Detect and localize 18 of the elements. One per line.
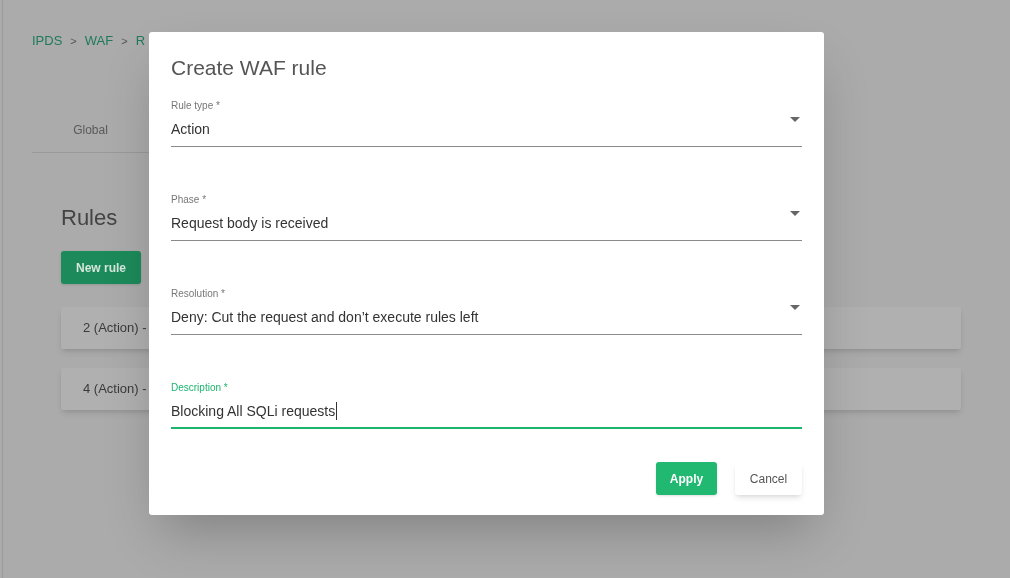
dropdown-caret-icon <box>790 211 800 216</box>
dropdown-caret-icon <box>790 117 800 122</box>
dropdown-caret-icon <box>790 305 800 310</box>
tab[interactable]: Global <box>32 108 149 152</box>
select-field[interactable]: Phase * Request body is received <box>171 194 802 241</box>
breadcrumb-link[interactable]: R <box>135 31 145 51</box>
breadcrumb-link[interactable]: WAF <box>84 31 114 51</box>
new-rule-button[interactable]: New rule <box>61 251 141 284</box>
apply-button[interactable]: Apply <box>656 462 717 495</box>
section-heading: Rules <box>61 204 118 232</box>
select-field[interactable]: Resolution * Deny: Cut the request and don’t execute rules left <box>171 288 802 335</box>
input-field[interactable]: Description * Blocking All SQLi requests <box>171 382 802 429</box>
breadcrumb-link[interactable]: IPDS <box>32 31 63 51</box>
breadcrumb-separator: > <box>70 33 77 49</box>
breadcrumb-separator: > <box>121 33 128 49</box>
cancel-button[interactable]: Cancel <box>735 462 802 495</box>
dialog-title: Create WAF rule <box>171 55 327 81</box>
select-field[interactable]: Rule type * Action <box>171 100 802 147</box>
